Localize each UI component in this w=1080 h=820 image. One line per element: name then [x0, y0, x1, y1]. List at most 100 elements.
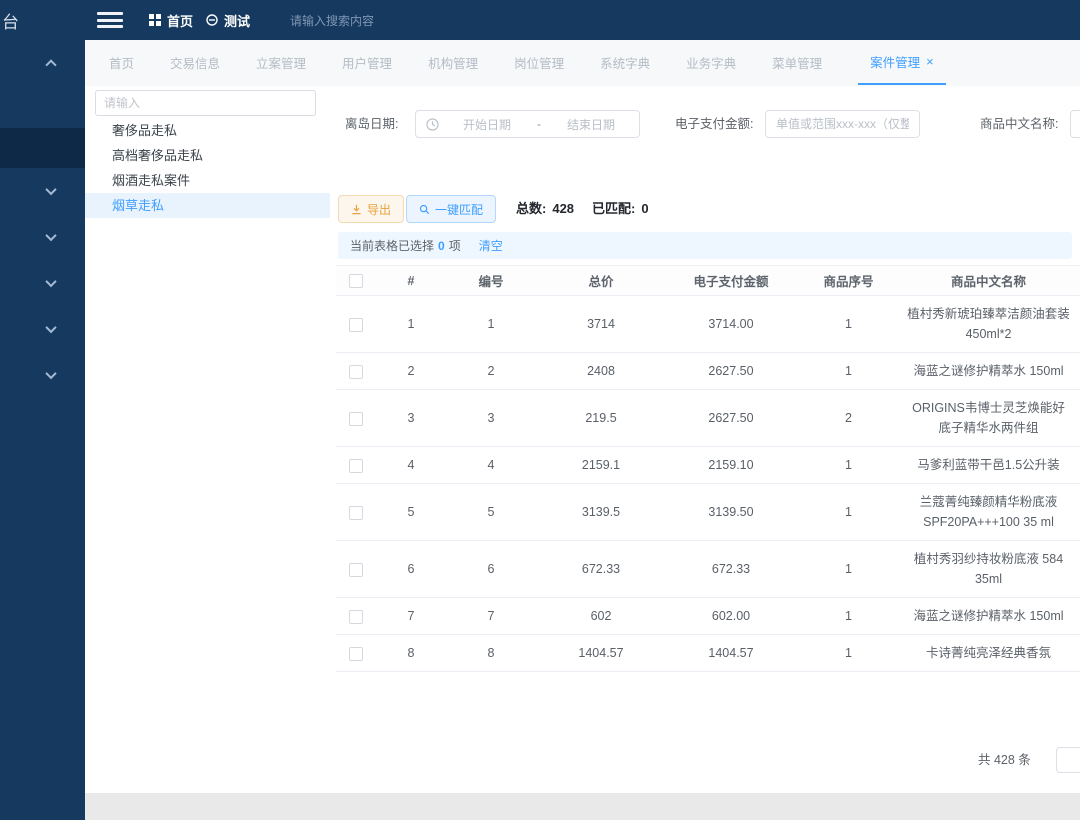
row-index: 6 [376, 541, 446, 598]
row-checkbox-cell [336, 484, 376, 541]
epay-amount: 1404.57 [666, 635, 796, 672]
row-checkbox[interactable] [349, 365, 363, 379]
product-seq: 1 [796, 447, 901, 484]
unit-price: 219.5 [1076, 390, 1080, 447]
tree-item[interactable]: 高档奢侈品走私 [85, 143, 330, 168]
product-name: 兰蔻菁纯臻颜精华粉底液SPF20PA+++100 35 ml [901, 484, 1076, 541]
chevron-down-icon [45, 184, 56, 195]
rail-menu-item[interactable] [0, 168, 85, 214]
epay-amount: 3714.00 [666, 296, 796, 353]
tab-item[interactable]: 业务字典 [686, 40, 736, 85]
tab-label: 菜单管理 [772, 53, 822, 72]
column-header: 单价 [1076, 266, 1080, 296]
tab-item[interactable]: 菜单管理 [772, 40, 822, 85]
rail-active-menu-item[interactable] [0, 128, 85, 168]
epay-amount-input[interactable] [765, 110, 920, 138]
rail-menu-item[interactable] [0, 214, 85, 260]
product-name-input[interactable] [1070, 110, 1080, 138]
tree-search-input[interactable] [95, 90, 316, 116]
tab-item[interactable]: 交易信息 [170, 40, 220, 85]
tree-item[interactable]: 烟酒走私案件 [85, 168, 330, 193]
chevron-down-icon [45, 230, 56, 241]
topbar-home-link[interactable]: 首页 [149, 0, 193, 40]
topbar-home-label: 首页 [167, 11, 193, 30]
epay-amount: 3139.50 [666, 484, 796, 541]
hamburger-menu-icon[interactable] [97, 12, 123, 28]
clear-selection-link[interactable]: 清空 [479, 237, 503, 254]
header-checkbox-cell [336, 266, 376, 296]
unit-price: 602 [1076, 598, 1080, 635]
tab-item[interactable]: 系统字典 [600, 40, 650, 85]
date-start-placeholder[interactable]: 开始日期 [439, 116, 535, 133]
results-table-container: #编号总价电子支付金额商品序号商品中文名称单价 1137143714.001植村… [336, 265, 1080, 672]
row-checkbox-cell [336, 296, 376, 353]
row-checkbox[interactable] [349, 610, 363, 624]
tree-item[interactable]: 奢侈品走私 [85, 118, 330, 143]
row-checkbox[interactable] [349, 506, 363, 520]
product-name: ORIGINS韦博士灵芝焕能好底子精华水两件组 [901, 390, 1076, 447]
unit-price: 224.11 [1076, 541, 1080, 598]
total-label: 总数: [516, 195, 546, 223]
table-row: 442159.12159.101马爹利蓝带干邑1.5公升装2159.1 [336, 447, 1080, 484]
tab-active[interactable]: 案件管理× [858, 40, 946, 85]
row-index: 5 [376, 484, 446, 541]
table-row: 66672.33672.331植村秀羽纱持妆粉底液 584 35ml224.11 [336, 541, 1080, 598]
table-row: 553139.53139.501兰蔻菁纯臻颜精华粉底液SPF20PA+++100… [336, 484, 1080, 541]
rail-spacer [0, 90, 85, 128]
rail-menu-item[interactable] [0, 260, 85, 306]
tab-item[interactable]: 首页 [109, 40, 134, 85]
row-checkbox[interactable] [349, 412, 363, 426]
row-checkbox[interactable] [349, 647, 363, 661]
rail-menu-item[interactable] [0, 40, 85, 90]
column-header: # [376, 266, 446, 296]
chevron-down-icon [45, 276, 56, 287]
selection-bar: 当前表格已选择 0 项 清空 [338, 232, 1072, 259]
topbar-env-link[interactable]: 测试 [206, 0, 250, 40]
export-button[interactable]: 导出 [338, 195, 404, 223]
tab-label: 系统字典 [600, 53, 650, 72]
matched-label: 已匹配: [592, 195, 635, 223]
row-number: 1 [446, 296, 536, 353]
tab-item[interactable]: 用户管理 [342, 40, 392, 85]
tab-item[interactable]: 岗位管理 [514, 40, 564, 85]
row-checkbox-cell [336, 353, 376, 390]
row-checkbox-cell [336, 447, 376, 484]
circle-minus-icon [206, 14, 218, 26]
case-type-panel: 奢侈品走私高档奢侈品走私烟酒走私案件烟草走私 [85, 85, 330, 793]
tab-label: 用户管理 [342, 53, 392, 72]
page-size-select[interactable] [1056, 747, 1080, 773]
row-checkbox[interactable] [349, 563, 363, 577]
match-counts: 总数: 428 已匹配: 0 [516, 195, 649, 223]
rail-menu-item[interactable] [0, 352, 85, 398]
bottom-strip [85, 793, 1080, 820]
tab-label: 首页 [109, 53, 134, 72]
tab-label: 交易信息 [170, 53, 220, 72]
global-search-input[interactable]: 请输入搜索内容 [290, 0, 374, 40]
select-all-checkbox[interactable] [349, 274, 363, 288]
collapsed-sidebar [0, 40, 85, 820]
rail-menu-item[interactable] [0, 306, 85, 352]
one-click-match-button[interactable]: 一键匹配 [406, 195, 496, 223]
row-checkbox-cell [336, 390, 376, 447]
row-number: 8 [446, 635, 536, 672]
row-index: 4 [376, 447, 446, 484]
tab-item[interactable]: 机构管理 [428, 40, 478, 85]
table-header-row: #编号总价电子支付金额商品序号商品中文名称单价 [336, 266, 1080, 296]
tree-item[interactable]: 烟草走私 [85, 193, 330, 218]
table-row: 33219.52627.502ORIGINS韦博士灵芝焕能好底子精华水两件组21… [336, 390, 1080, 447]
date-range-picker[interactable]: 开始日期 - 结束日期 [415, 110, 640, 138]
tab-close-icon[interactable]: × [926, 55, 934, 68]
match-button-label: 一键匹配 [435, 201, 483, 218]
row-checkbox-cell [336, 598, 376, 635]
total-price: 672.33 [536, 541, 666, 598]
row-checkbox[interactable] [349, 459, 363, 473]
table-row: 881404.571404.571卡诗菁纯亮泽经典香氛468.19 [336, 635, 1080, 672]
product-name: 植村秀羽纱持妆粉底液 584 35ml [901, 541, 1076, 598]
product-seq: 1 [796, 541, 901, 598]
row-checkbox[interactable] [349, 318, 363, 332]
epay-filter-label: 电子支付金额: [675, 110, 753, 138]
column-header: 商品序号 [796, 266, 901, 296]
tab-item[interactable]: 立案管理 [256, 40, 306, 85]
product-seq: 1 [796, 484, 901, 541]
date-end-placeholder[interactable]: 结束日期 [543, 116, 639, 133]
